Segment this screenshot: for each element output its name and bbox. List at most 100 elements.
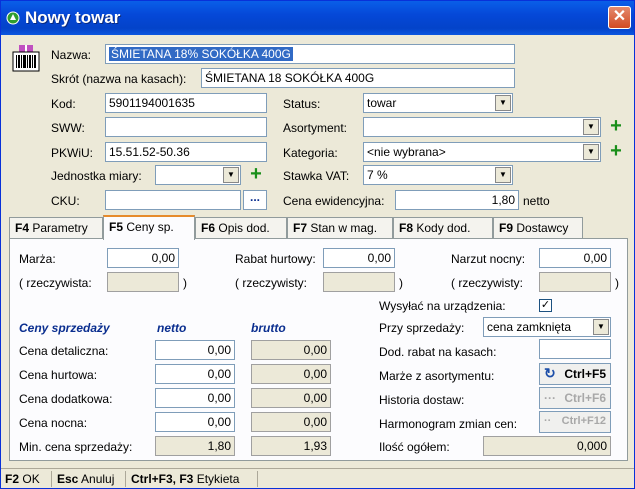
kategoria-label: Kategoria:: [283, 146, 338, 160]
nazwa-input[interactable]: ŚMIETANA 18% SOKÓŁKA 400G: [105, 44, 515, 64]
rzeczywisty-label: ( rzeczywisty:: [451, 276, 523, 290]
przy-sprzedazy-select[interactable]: cena zamknięta ▼: [483, 317, 611, 337]
add-kategoria-plus-icon[interactable]: +: [607, 141, 625, 161]
status-separator: [125, 471, 126, 487]
tab-kody-dod[interactable]: F8 Kody dod.: [393, 217, 493, 239]
wysylac-label: Wysyłać na urządzenia:: [379, 299, 506, 313]
tab-parametry[interactable]: F4 Parametry: [9, 217, 103, 239]
rzeczywisty-label: ( rzeczywisty:: [235, 276, 307, 290]
rabat-input[interactable]: 0,00: [323, 248, 395, 268]
chevron-down-icon[interactable]: ▼: [593, 319, 609, 335]
kod-input[interactable]: 5901194001635: [105, 93, 267, 113]
status-label: Status:: [283, 97, 321, 111]
ceny-header: Ceny sprzedaży: [19, 321, 110, 335]
chevron-down-icon[interactable]: ▼: [583, 119, 599, 135]
barcode-gift-icon: [12, 45, 40, 72]
window-title: Nowy towar: [25, 8, 121, 27]
jm-label: Jednostka miary:: [51, 169, 142, 183]
cena-ew-input[interactable]: 1,80: [395, 190, 519, 210]
status-ok[interactable]: F2 OK: [5, 472, 40, 486]
paren-close: ): [615, 276, 619, 290]
cku-browse-button[interactable]: ...: [243, 190, 267, 210]
historia-label: Historia dostaw:: [379, 393, 465, 407]
tab-stan-w-mag[interactable]: F7 Stan w mag.: [287, 217, 393, 239]
przy-sprzedazy-value: cena zamknięta: [487, 320, 572, 334]
cku-input[interactable]: [105, 190, 241, 210]
vat-value: 7 %: [367, 168, 388, 182]
skrot-label: Skrót (nazwa na kasach):: [51, 72, 187, 86]
vat-select[interactable]: 7 % ▼: [363, 165, 513, 185]
narzut-rzeczywisty-field: [539, 272, 611, 292]
add-asortyment-plus-icon[interactable]: +: [607, 116, 625, 136]
cena-dodatkowa-netto[interactable]: 0,00: [155, 388, 235, 408]
brutto-header: brutto: [251, 321, 286, 335]
kod-label: Kod:: [51, 97, 76, 111]
dod-rabat-input[interactable]: [539, 339, 611, 359]
marze-asortyment-button[interactable]: ↻ Ctrl+F5: [539, 363, 611, 385]
marze-label: Marże z asortymentu:: [379, 369, 495, 383]
status-select[interactable]: towar ▼: [363, 93, 513, 113]
asortyment-label: Asortyment:: [283, 121, 348, 135]
sww-input[interactable]: [105, 117, 267, 137]
cku-label: CKU:: [51, 194, 80, 208]
vat-label: Stawka VAT:: [283, 169, 350, 183]
pkwiu-label: PKWiU:: [51, 146, 93, 160]
price-row-label: Cena detaliczna:: [19, 344, 109, 358]
price-row-label: Cena dodatkowa:: [19, 392, 113, 406]
cena-hurtowa-netto[interactable]: 0,00: [155, 364, 235, 384]
harmonogram-button[interactable]: ·· Ctrl+F12: [539, 411, 611, 433]
paren-close: ): [183, 276, 187, 290]
marza-rzeczywista-field: [107, 272, 179, 292]
add-jm-plus-icon[interactable]: +: [247, 164, 265, 184]
status-anuluj[interactable]: Esc Anuluj: [57, 472, 114, 486]
dod-rabat-label: Dod. rabat na kasach:: [379, 345, 497, 359]
price-row-label: Cena nocna:: [19, 416, 88, 430]
nazwa-value: ŚMIETANA 18% SOKÓŁKA 400G: [109, 47, 293, 61]
narzut-label: Narzut nocny:: [451, 252, 526, 266]
app-icon: [6, 11, 20, 25]
chevron-down-icon[interactable]: ▼: [223, 167, 239, 183]
chevron-down-icon[interactable]: ▼: [495, 95, 511, 111]
przy-sprzedazy-label: Przy sprzedaży:: [379, 321, 465, 335]
marza-label: Marża:: [19, 252, 56, 266]
ilosc-field: 0,000: [483, 436, 611, 456]
refresh-icon: ↻: [544, 365, 556, 381]
pkwiu-input[interactable]: 15.51.52-50.36: [105, 142, 267, 162]
nazwa-label: Nazwa:: [51, 48, 92, 62]
status-value: towar: [367, 96, 397, 110]
dots-icon: ··: [544, 415, 552, 427]
cena-detaliczna-netto[interactable]: 0,00: [155, 340, 235, 360]
harmonogram-label: Harmonogram zmian cen:: [379, 417, 518, 431]
sww-label: SWW:: [51, 121, 85, 135]
tab-ceny-sp[interactable]: F5 Ceny sp.: [103, 215, 195, 240]
cena-ew-label: Cena ewidencyjna:: [283, 194, 385, 208]
close-button[interactable]: ✕: [608, 6, 631, 29]
narzut-input[interactable]: 0,00: [539, 248, 611, 268]
cena-detaliczna-brutto: 0,00: [251, 340, 331, 360]
skrot-input[interactable]: ŚMIETANA 18 SOKÓŁKA 400G: [201, 68, 515, 88]
tab-opis-dod[interactable]: F6 Opis dod.: [195, 217, 287, 239]
status-separator: [51, 471, 52, 487]
price-row-label: Min. cena sprzedaży:: [19, 440, 133, 454]
cena-nocna-brutto: 0,00: [251, 412, 331, 432]
status-separator: [257, 471, 258, 487]
cena-nocna-netto[interactable]: 0,00: [155, 412, 235, 432]
tab-dostawcy[interactable]: F9 Dostawcy: [493, 217, 583, 239]
cena-dodatkowa-brutto: 0,00: [251, 388, 331, 408]
marza-input[interactable]: 0,00: [107, 248, 179, 268]
historia-dostaw-button[interactable]: ··· Ctrl+F6: [539, 387, 611, 409]
rzeczywista-label: ( rzeczywista:: [19, 276, 92, 290]
chevron-down-icon[interactable]: ▼: [583, 144, 599, 160]
jm-select[interactable]: ▼: [155, 165, 241, 185]
status-etykieta[interactable]: Ctrl+F3, F3 Etykieta: [131, 472, 239, 486]
dialog-window: Nowy towar ✕ Nazwa: ŚMIETANA 18% SOKÓŁKA…: [0, 0, 635, 489]
kategoria-value: <nie wybrana>: [367, 145, 446, 159]
min-cena-brutto: 1,93: [251, 436, 331, 456]
asortyment-select[interactable]: ▼: [363, 117, 601, 137]
status-bar: F2 OK Esc Anuluj Ctrl+F3, F3 Etykieta: [1, 468, 634, 488]
wysylac-checkbox[interactable]: ✓: [539, 299, 552, 312]
rabat-label: Rabat hurtowy:: [235, 252, 316, 266]
kategoria-select[interactable]: <nie wybrana> ▼: [363, 142, 601, 162]
chevron-down-icon[interactable]: ▼: [495, 167, 511, 183]
title-bar[interactable]: Nowy towar ✕: [1, 1, 634, 35]
